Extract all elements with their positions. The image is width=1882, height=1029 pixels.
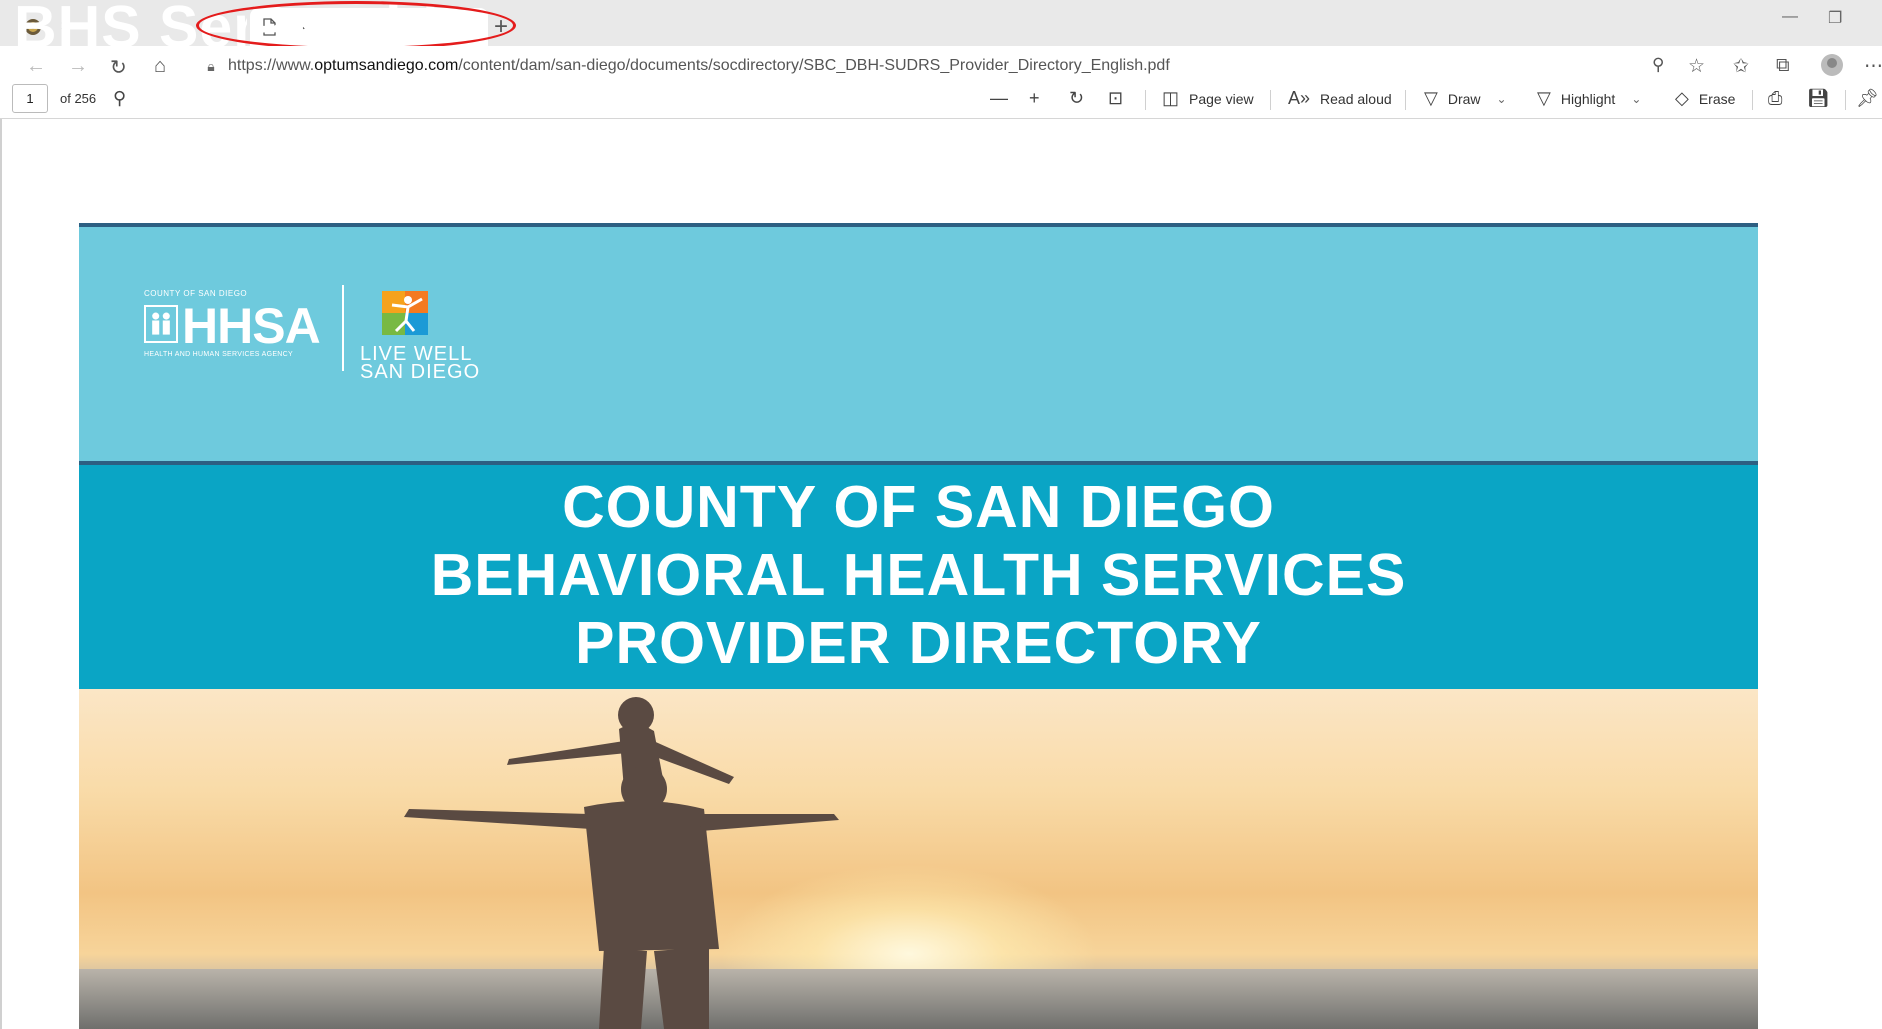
read-aloud-icon: A» — [1288, 88, 1311, 108]
highlight-button[interactable]: ▽ Highlight ⌄ — [1537, 88, 1641, 109]
collections-icon[interactable]: ⧉ — [1776, 55, 1790, 77]
favorites-list-icon[interactable]: ✩ — [1733, 55, 1749, 78]
zoom-out-icon[interactable]: — — [990, 88, 1018, 109]
toolbar-divider — [1270, 90, 1271, 110]
draw-icon: ▽ — [1424, 88, 1438, 108]
profile-avatar[interactable] — [1821, 54, 1843, 76]
highlight-icon: ▽ — [1537, 88, 1551, 108]
live-well-logo-text: LIVE WELL SAN DIEGO — [360, 344, 481, 383]
page-count: of 256 — [60, 91, 97, 106]
tab-strip: BHS Services × ProviderDirectory_MH_SUD_… — [0, 0, 1882, 60]
restore-icon[interactable]: ❐ — [1828, 8, 1842, 28]
read-aloud-button[interactable]: A» Read aloud — [1288, 88, 1392, 109]
home-icon[interactable]: ⌂ — [154, 55, 166, 78]
url-domain: optumsandiego.com — [314, 57, 459, 74]
rotate-icon[interactable]: ↻ — [1069, 88, 1094, 109]
cover-photo — [79, 689, 1758, 1029]
toolbar-divider — [1752, 90, 1753, 110]
save-icon[interactable]: 💾︎ — [1807, 88, 1840, 109]
fit-page-icon[interactable]: ⊡ — [1108, 88, 1133, 109]
page-view-button[interactable]: ◫ Page view — [1162, 88, 1254, 109]
title-band: COUNTY OF SAN DIEGO BEHAVIORAL HEALTH SE… — [79, 461, 1758, 689]
draw-button[interactable]: ▽ Draw ⌄ — [1424, 88, 1507, 109]
highlight-label: Highlight — [1560, 90, 1616, 107]
url-prefix: https://www. — [228, 57, 315, 74]
url-path: /content/dam/san-diego/documents/socdire… — [458, 57, 1170, 74]
search-icon[interactable]: ⚲ — [113, 88, 136, 109]
read-aloud-label: Read aloud — [1320, 90, 1392, 107]
zoom-icon[interactable]: ⚲ — [1652, 55, 1664, 75]
hhsa-logo-sub: HEALTH AND HUMAN SERVICES AGENCY — [144, 351, 293, 358]
page-view-icon: ◫ — [1162, 88, 1180, 108]
pdf-toolbar: 1 of 256 ⚲ — + ↻ ⊡ ◫ Page view A» Read a… — [0, 82, 1882, 119]
zoom-in-icon[interactable]: + — [1029, 88, 1050, 109]
hhsa-logo-main: HHSA — [182, 298, 321, 354]
live-well-line2: SAN DIEGO — [360, 361, 481, 383]
toolbar-divider — [1145, 90, 1146, 110]
eraser-icon: ◇ — [1675, 88, 1689, 108]
erase-label: Erase — [1698, 90, 1736, 107]
logo-divider — [342, 285, 344, 371]
back-icon[interactable]: ← — [26, 55, 46, 78]
lock-icon: 🔒︎ — [207, 57, 215, 74]
navigation-bar: ← → ↻ ⌂ 🔒︎ https://www. optumsandiego.com… — [0, 46, 1882, 86]
family-figure-icon — [144, 305, 178, 343]
address-bar[interactable]: 🔒︎ https://www. optumsandiego.com/content… — [194, 50, 1674, 82]
erase-button[interactable]: ◇ Erase — [1675, 88, 1735, 109]
favorite-star-icon[interactable]: ☆ — [1688, 55, 1705, 78]
page-number-input[interactable]: 1 — [12, 84, 48, 113]
hhsa-logo: COUNTY OF SAN DIEGO HHSA HEALTH AND HUMA… — [144, 289, 324, 361]
parent-child-silhouette — [404, 697, 839, 1029]
title-line-2: BEHAVIORAL HEALTH SERVICES — [430, 542, 1407, 608]
pdf-page: COUNTY OF SAN DIEGO HHSA HEALTH AND HUMA… — [79, 223, 1758, 1029]
chevron-down-icon[interactable]: ⌄ — [1497, 92, 1507, 106]
live-well-logo-icon — [382, 291, 428, 335]
chevron-down-icon[interactable]: ⌄ — [1631, 92, 1641, 106]
title-line-3: PROVIDER DIRECTORY — [575, 610, 1262, 676]
annotation-circle — [196, 1, 516, 50]
toolbar-divider — [1845, 90, 1846, 110]
toolbar-divider — [1405, 90, 1406, 110]
refresh-icon[interactable]: ↻ — [110, 55, 127, 80]
title-line-1: COUNTY OF SAN DIEGO — [562, 474, 1275, 540]
minimize-icon[interactable]: — — [1782, 8, 1798, 26]
forward-icon[interactable]: → — [68, 55, 88, 78]
page-view-label: Page view — [1189, 90, 1254, 107]
draw-label: Draw — [1447, 90, 1481, 107]
more-menu-icon[interactable]: ⋯ — [1864, 55, 1882, 78]
header-band: COUNTY OF SAN DIEGO HHSA HEALTH AND HUMA… — [79, 223, 1758, 461]
pin-toolbar-icon[interactable]: 📌︎ — [1856, 88, 1882, 109]
print-icon[interactable]: ⎙ — [1768, 88, 1792, 109]
